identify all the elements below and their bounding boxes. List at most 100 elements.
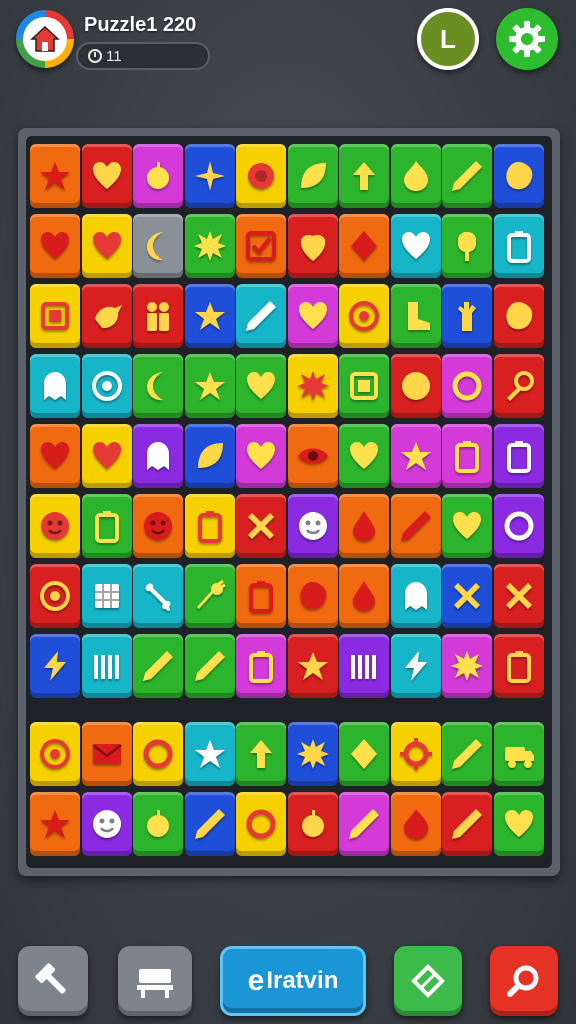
- board-tile[interactable]: [493, 424, 544, 488]
- board-tile[interactable]: [442, 284, 492, 348]
- board-tile[interactable]: [236, 634, 286, 698]
- board-tile[interactable]: [81, 424, 132, 488]
- tray-tile[interactable]: [30, 722, 80, 786]
- board-tile[interactable]: [493, 284, 544, 348]
- board-tile[interactable]: [133, 564, 183, 628]
- board-tile[interactable]: [236, 214, 286, 278]
- board-tile[interactable]: [339, 214, 389, 278]
- board-tile[interactable]: [30, 354, 80, 418]
- tray-tile[interactable]: [390, 722, 441, 786]
- board-tile[interactable]: [184, 354, 235, 418]
- board-tile[interactable]: [442, 144, 492, 208]
- settings-button[interactable]: [496, 8, 558, 70]
- board-tile[interactable]: [184, 144, 235, 208]
- tray-tile[interactable]: [184, 722, 235, 786]
- tray-tile[interactable]: [81, 792, 132, 856]
- board-tile[interactable]: [442, 424, 492, 488]
- tray-tile[interactable]: [390, 792, 441, 856]
- board-tile[interactable]: [81, 284, 132, 348]
- board-tile[interactable]: [81, 634, 132, 698]
- board-tile[interactable]: [390, 564, 441, 628]
- tray-tile[interactable]: [493, 722, 544, 786]
- board-tile[interactable]: [339, 144, 389, 208]
- hammer-button[interactable]: [18, 946, 88, 1016]
- board-tile[interactable]: [30, 564, 80, 628]
- tray-tile[interactable]: [30, 792, 80, 856]
- board-tile[interactable]: [236, 354, 286, 418]
- board-tile[interactable]: [339, 634, 389, 698]
- board-tile[interactable]: [81, 214, 132, 278]
- board-tile[interactable]: [442, 634, 492, 698]
- search-button[interactable]: [490, 946, 558, 1016]
- tray-tile[interactable]: [287, 792, 338, 856]
- home-button[interactable]: [16, 10, 74, 68]
- tray-tile[interactable]: [236, 792, 286, 856]
- tray-tile[interactable]: [184, 792, 235, 856]
- board-tile[interactable]: [184, 214, 235, 278]
- board-tile[interactable]: [442, 354, 492, 418]
- main-action-button[interactable]: e Iratvin: [220, 946, 366, 1016]
- board-tile[interactable]: [81, 564, 132, 628]
- board-tile[interactable]: [390, 424, 441, 488]
- tray-tile[interactable]: [493, 792, 544, 856]
- board-tile[interactable]: [493, 634, 544, 698]
- board-tile[interactable]: [287, 424, 338, 488]
- board-tile[interactable]: [133, 634, 183, 698]
- board-tile[interactable]: [287, 284, 338, 348]
- board-tile[interactable]: [390, 494, 441, 558]
- board-tile[interactable]: [287, 354, 338, 418]
- tray-tile[interactable]: [133, 792, 183, 856]
- board-tile[interactable]: [287, 634, 338, 698]
- board-tile[interactable]: [30, 284, 80, 348]
- board-tile[interactable]: [442, 564, 492, 628]
- board-tile[interactable]: [339, 494, 389, 558]
- board-tile[interactable]: [390, 284, 441, 348]
- board-tile[interactable]: [30, 494, 80, 558]
- tray-tile[interactable]: [339, 792, 389, 856]
- board-tile[interactable]: [133, 494, 183, 558]
- board-tile[interactable]: [236, 564, 286, 628]
- board-tile[interactable]: [287, 144, 338, 208]
- board-tile[interactable]: [30, 144, 80, 208]
- board-tile[interactable]: [390, 634, 441, 698]
- board-tile[interactable]: [30, 634, 80, 698]
- board-tile[interactable]: [390, 144, 441, 208]
- board-tile[interactable]: [339, 564, 389, 628]
- board-tile[interactable]: [236, 494, 286, 558]
- board-tile[interactable]: [184, 634, 235, 698]
- board-tile[interactable]: [493, 494, 544, 558]
- board-tile[interactable]: [339, 424, 389, 488]
- board-tile[interactable]: [390, 354, 441, 418]
- board-tile[interactable]: [81, 354, 132, 418]
- board-tile[interactable]: [133, 424, 183, 488]
- tray-tile[interactable]: [133, 722, 183, 786]
- tray-tile[interactable]: [287, 722, 338, 786]
- board-tile[interactable]: [287, 214, 338, 278]
- tray-tile[interactable]: [236, 722, 286, 786]
- tray-tile[interactable]: [442, 792, 492, 856]
- board-tile[interactable]: [493, 354, 544, 418]
- board-tile[interactable]: [442, 214, 492, 278]
- board-tile[interactable]: [184, 494, 235, 558]
- board-tile[interactable]: [133, 284, 183, 348]
- board-tile[interactable]: [390, 214, 441, 278]
- board-tile[interactable]: [184, 424, 235, 488]
- board-tile[interactable]: [442, 494, 492, 558]
- board-tile[interactable]: [184, 284, 235, 348]
- board-tile[interactable]: [236, 144, 286, 208]
- board-tile[interactable]: [81, 144, 132, 208]
- board-tile[interactable]: [30, 424, 80, 488]
- board-tile[interactable]: [287, 494, 338, 558]
- board-tile[interactable]: [339, 354, 389, 418]
- board-tile[interactable]: [339, 284, 389, 348]
- board-tile[interactable]: [184, 564, 235, 628]
- level-button[interactable]: L: [417, 8, 479, 70]
- board-tile[interactable]: [133, 144, 183, 208]
- board-tile[interactable]: [493, 144, 544, 208]
- diamond-button[interactable]: [394, 946, 462, 1016]
- board-tile[interactable]: [133, 214, 183, 278]
- board-tile[interactable]: [236, 284, 286, 348]
- tray-tile[interactable]: [81, 722, 132, 786]
- board-tile[interactable]: [30, 214, 80, 278]
- board-tile[interactable]: [81, 494, 132, 558]
